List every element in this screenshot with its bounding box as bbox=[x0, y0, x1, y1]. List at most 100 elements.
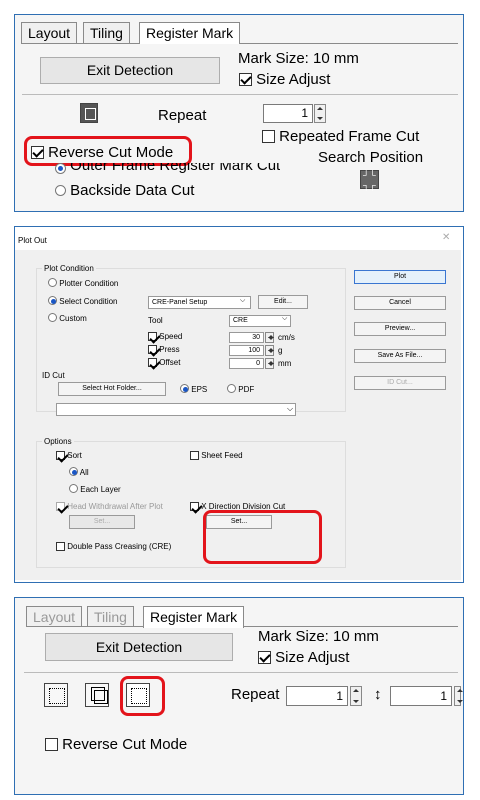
hot-folder-path-select[interactable] bbox=[56, 403, 296, 416]
each-layer-radio-icon bbox=[69, 484, 78, 493]
tool-label: Tool bbox=[148, 316, 163, 325]
double-pass-check-icon bbox=[56, 542, 65, 551]
mark-size-label: Mark Size: 10 mm bbox=[238, 50, 359, 67]
register-mark-type-1-icon[interactable] bbox=[44, 683, 68, 707]
cancel-button[interactable]: Cancel bbox=[354, 296, 446, 310]
press-input[interactable]: 100 bbox=[229, 345, 264, 356]
select-hot-folder-button[interactable]: Select Hot Folder... bbox=[58, 382, 166, 396]
dialog-title: Plot Out bbox=[18, 236, 47, 245]
tool-chevron-down-icon: ⌵ bbox=[282, 315, 288, 322]
save-as-file-button[interactable]: Save As File... bbox=[354, 349, 446, 363]
id-cut-label: ID Cut bbox=[42, 371, 65, 380]
condition-select[interactable]: CRE-Panel Setup bbox=[148, 296, 251, 309]
close-icon[interactable]: ✕ bbox=[442, 232, 450, 243]
press-spin-button[interactable] bbox=[265, 345, 274, 356]
head-withdrawal-check-icon bbox=[56, 502, 65, 511]
offset-label: Offset bbox=[159, 358, 181, 367]
search-position-icon[interactable]: ┘└ ┐┌ bbox=[360, 170, 379, 190]
backside-label: Backside Data Cut bbox=[70, 182, 195, 199]
reverse-cut-mode-check-icon bbox=[45, 738, 58, 751]
highlight-set-button bbox=[203, 510, 322, 564]
tab-bar-bottom: Layout Tiling Register Mark bbox=[26, 606, 276, 628]
eps-radio[interactable]: EPS bbox=[180, 384, 207, 394]
preview-button[interactable]: Preview... bbox=[354, 322, 446, 336]
all-label: All bbox=[79, 468, 89, 477]
backside-data-cut-radio[interactable]: Backside Data Cut bbox=[55, 182, 194, 199]
press-label: Press bbox=[159, 345, 180, 354]
speed-unit: cm/s bbox=[278, 333, 295, 342]
outer-frame-label: Outer Frame Register Mark Cut bbox=[70, 163, 281, 174]
custom-radio[interactable]: Custom bbox=[48, 313, 87, 323]
sheet-feed-check-icon bbox=[190, 451, 199, 460]
tab-tiling[interactable]: Tiling bbox=[83, 22, 130, 43]
speed-input[interactable]: 30 bbox=[229, 332, 264, 343]
sort-checkbox[interactable]: Sort bbox=[56, 451, 82, 460]
head-withdrawal-set-button[interactable]: Set... bbox=[69, 515, 135, 529]
mark-size-label: Mark Size: 10 mm bbox=[258, 628, 379, 645]
tab-bar-top: Layout Tiling Register Mark bbox=[21, 22, 281, 44]
all-radio[interactable]: All bbox=[69, 467, 89, 477]
condition-chevron-down-icon: ⌵ bbox=[240, 297, 246, 304]
id-cut-button[interactable]: ID Cut... bbox=[354, 376, 446, 390]
highlight-mark-type bbox=[120, 676, 165, 716]
register-mark-type-2-icon[interactable] bbox=[85, 683, 109, 707]
x-direction-check-icon bbox=[190, 502, 199, 511]
tab-register-mark[interactable]: Register Mark bbox=[139, 22, 241, 44]
repeat-spin-button[interactable] bbox=[314, 104, 326, 123]
exit-detection-button[interactable]: Exit Detection bbox=[40, 57, 220, 84]
divider-bottom bbox=[24, 672, 458, 673]
edit-button[interactable]: Edit... bbox=[258, 295, 308, 309]
sheet-feed-label: Sheet Feed bbox=[201, 451, 243, 460]
double-pass-checkbox[interactable]: Double Pass Creasing (CRE) bbox=[56, 542, 171, 551]
tab-layout[interactable]: Layout bbox=[26, 606, 83, 627]
sheet-feed-checkbox[interactable]: Sheet Feed bbox=[190, 451, 243, 460]
plot-button[interactable]: Plot bbox=[354, 270, 446, 284]
size-adjust-label: Size Adjust bbox=[256, 71, 331, 88]
tab-tiling[interactable]: Tiling bbox=[87, 606, 134, 627]
outer-frame-radio[interactable]: Outer Frame Register Mark Cut bbox=[55, 163, 280, 177]
select-condition-radio[interactable]: Select Condition bbox=[48, 296, 118, 306]
head-withdrawal-label: Head Withdrawal After Plot bbox=[67, 502, 163, 511]
tab-layout[interactable]: Layout bbox=[21, 22, 78, 43]
eps-radio-icon bbox=[180, 384, 189, 393]
plot-condition-label: Plot Condition bbox=[42, 264, 96, 273]
offset-spin-button[interactable] bbox=[265, 358, 274, 369]
repeat-y-spin-button[interactable] bbox=[454, 686, 463, 706]
select-condition-label: Select Condition bbox=[59, 297, 118, 306]
double-pass-label: Double Pass Creasing (CRE) bbox=[67, 542, 172, 551]
repeat-x-spin-button[interactable] bbox=[350, 686, 362, 706]
offset-checkbox[interactable]: Offset bbox=[148, 358, 180, 367]
register-mark-type-icon[interactable] bbox=[80, 103, 98, 123]
custom-label: Custom bbox=[59, 314, 87, 323]
size-adjust-check-icon bbox=[258, 651, 271, 664]
speed-checkbox[interactable]: Speed bbox=[148, 332, 182, 341]
size-adjust-checkbox[interactable]: Size Adjust bbox=[239, 71, 330, 88]
repeat-x-spinbox[interactable]: 1 bbox=[286, 686, 348, 706]
hot-folder-chevron-down-icon: ⌵ bbox=[287, 404, 294, 413]
press-checkbox[interactable]: Press bbox=[148, 345, 180, 354]
reverse-cut-mode-checkbox[interactable]: Reverse Cut Mode bbox=[45, 736, 187, 753]
eps-label: EPS bbox=[191, 385, 208, 394]
repeat-y-spinbox[interactable]: 1 bbox=[390, 686, 452, 706]
each-layer-radio[interactable]: Each Layer bbox=[69, 484, 121, 494]
reverse-cut-mode-check-icon bbox=[31, 146, 44, 159]
size-adjust-checkbox[interactable]: Size Adjust bbox=[258, 649, 349, 666]
plotter-condition-radio-icon bbox=[48, 278, 57, 287]
head-withdrawal-checkbox[interactable]: Head Withdrawal After Plot bbox=[56, 502, 163, 511]
plotter-condition-radio[interactable]: Plotter Condition bbox=[48, 278, 118, 288]
tab-register-mark[interactable]: Register Mark bbox=[143, 606, 245, 628]
speed-spin-button[interactable] bbox=[265, 332, 274, 343]
repeated-frame-cut-checkbox[interactable]: Repeated Frame Cut bbox=[262, 128, 419, 145]
repeat-spinbox[interactable]: 1 bbox=[263, 104, 313, 123]
exit-detection-button[interactable]: Exit Detection bbox=[45, 633, 233, 661]
vertical-arrow-icon: ↕ bbox=[374, 686, 382, 703]
repeated-frame-cut-check-icon bbox=[262, 130, 275, 143]
press-unit: g bbox=[278, 346, 283, 355]
repeated-frame-cut-label: Repeated Frame Cut bbox=[279, 128, 420, 145]
backside-radio-icon bbox=[55, 185, 66, 196]
offset-input[interactable]: 0 bbox=[229, 358, 264, 369]
size-adjust-check-icon bbox=[239, 73, 252, 86]
pdf-radio[interactable]: PDF bbox=[227, 384, 254, 394]
reverse-cut-mode-checkbox[interactable]: Reverse Cut Mode bbox=[31, 144, 173, 161]
pdf-label: PDF bbox=[238, 385, 255, 394]
